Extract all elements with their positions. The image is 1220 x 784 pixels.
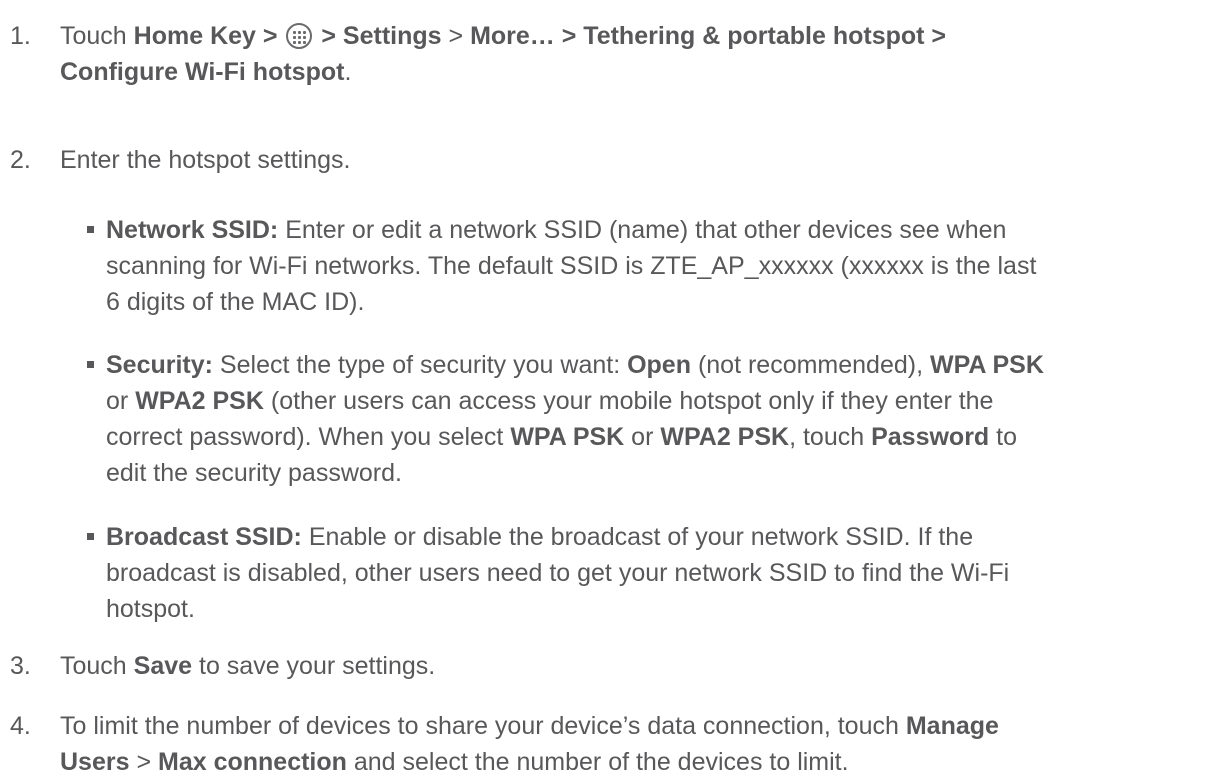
bullet-line: Network SSID: Enter or edit a network SS… xyxy=(106,212,1196,248)
step-number: 2. xyxy=(10,146,31,174)
text-run: or xyxy=(106,387,136,415)
text-run: and select the number of the devices to … xyxy=(346,748,849,776)
step-line: Touch Home Key > > Settings > More… > Te… xyxy=(60,18,1190,54)
bullet-line: or WPA2 PSK (other users can access your… xyxy=(106,383,1196,419)
text-run: (other users can access your mobile hots… xyxy=(263,387,994,415)
text-run: (not recommended), xyxy=(691,351,930,379)
bullet-text: Network SSID: Enter or edit a network SS… xyxy=(106,212,1196,320)
bold-run: Open xyxy=(627,351,691,379)
step-line: To limit the number of devices to share … xyxy=(60,708,1190,744)
step-number: 1. xyxy=(10,22,31,50)
bullet-line: 6 digits of the MAC ID). xyxy=(106,288,365,316)
text-run: Enter or edit a network SSID (name) that… xyxy=(278,216,1007,244)
text-run: Select the type of security you want: xyxy=(212,351,628,379)
bold-run: WPA PSK xyxy=(510,423,625,451)
bullet-line: Security: Select the type of security yo… xyxy=(106,347,1196,383)
bullet-marker xyxy=(87,533,94,540)
bullet-text: Security: Select the type of security yo… xyxy=(106,347,1196,491)
text-run: to xyxy=(989,423,1017,451)
text-run: > xyxy=(129,748,158,776)
step-line: Configure Wi-Fi hotspot. xyxy=(60,54,1190,90)
apps-launcher-icon xyxy=(286,23,313,49)
bullet-term: Security: xyxy=(106,351,213,379)
bold-run: Password xyxy=(871,423,990,451)
step-text: Touch Save to save your settings. xyxy=(60,648,1190,684)
bold-run: More… > Tethering & portable hotspot > xyxy=(470,22,947,50)
step-text: Touch Home Key > > Settings > More… > Te… xyxy=(60,18,1190,90)
bullet-line: edit the security password. xyxy=(106,459,402,487)
bullet-term: Broadcast SSID: xyxy=(106,523,302,551)
text-run: > xyxy=(441,22,471,50)
bold-run: > Settings xyxy=(314,22,442,50)
bullet-marker xyxy=(87,361,94,368)
step-number: 3. xyxy=(10,652,31,680)
text-run: To limit the number of devices to share … xyxy=(60,712,906,740)
bullet-line: scanning for Wi-Fi networks. The default… xyxy=(106,252,1037,280)
bullet-line: hotspot. xyxy=(106,595,195,623)
bullet-term: Network SSID: xyxy=(106,216,279,244)
step-line: Users > Max connection and select the nu… xyxy=(60,744,1190,780)
step-text: Enter the hotspot settings. xyxy=(60,146,351,174)
text-run: , touch xyxy=(789,423,872,451)
bullet-line: correct password). When you select WPA P… xyxy=(106,419,1196,455)
bullet-line: broadcast is disabled, other users need … xyxy=(106,559,1010,587)
bullet-marker xyxy=(87,226,94,233)
text-run: or xyxy=(624,423,661,451)
bullet-text: Broadcast SSID: Enable or disable the br… xyxy=(106,519,1196,627)
bold-run: WPA PSK xyxy=(930,351,1044,379)
bullet-line: Broadcast SSID: Enable or disable the br… xyxy=(106,519,1196,555)
document-page: 1. Touch Home Key > > Settings > More… >… xyxy=(0,0,1220,784)
text-run: Enable or disable the broadcast of your … xyxy=(301,523,974,551)
bold-run: Max connection xyxy=(158,748,347,776)
bold-run: Home Key > xyxy=(133,22,285,50)
text-run: correct password). When you select xyxy=(106,423,511,451)
bold-run: WPA2 PSK xyxy=(135,387,264,415)
step-text: To limit the number of devices to share … xyxy=(60,708,1190,780)
bold-run: Manage xyxy=(905,712,999,740)
text-run: to save your settings. xyxy=(192,652,436,680)
bold-run: Configure Wi-Fi hotspot xyxy=(60,58,345,86)
bold-run: Save xyxy=(133,652,193,680)
step-number: 4. xyxy=(10,712,31,740)
bold-run: Users xyxy=(60,748,130,776)
text-run: Touch xyxy=(60,22,134,50)
bold-run: WPA2 PSK xyxy=(660,423,790,451)
text-run: Touch xyxy=(60,652,134,680)
text-run: . xyxy=(344,58,352,86)
